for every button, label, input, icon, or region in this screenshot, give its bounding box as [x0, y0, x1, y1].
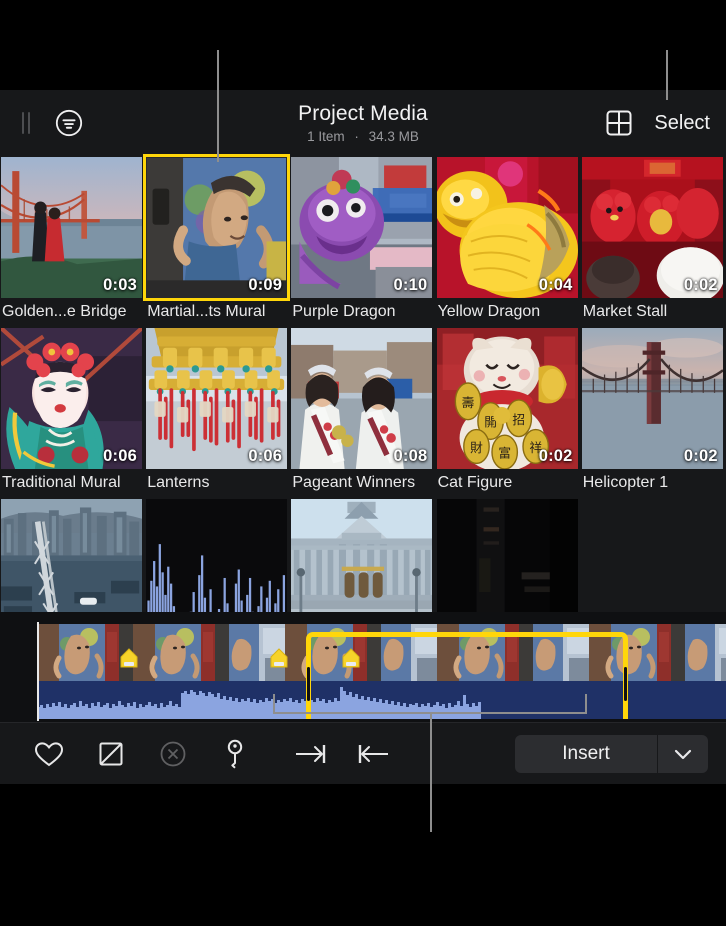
clear-rating-x-icon [142, 738, 204, 770]
duration-badge: 0:02 [684, 276, 718, 295]
heart-icon[interactable] [18, 738, 80, 770]
item-count: 1 Item [307, 129, 345, 144]
media-item[interactable]: 0:04 Yellow Dragon [436, 156, 581, 327]
media-item-label: Helicopter 1 [583, 473, 724, 493]
svg-text:招: 招 [512, 412, 525, 427]
thumbnail-wrap: 0:04 [437, 157, 578, 298]
panel-subtitle: 1 Item · 34.3 MB [307, 127, 419, 146]
duration-badge: 0:10 [394, 276, 428, 295]
chevron-down-icon[interactable] [658, 735, 708, 773]
duration-badge: 0:04 [539, 276, 573, 295]
insert-button-group: Insert [515, 735, 708, 773]
trim-handle-right[interactable] [624, 667, 627, 701]
duration-badge: 0:06 [103, 447, 137, 466]
filter-sort-icon[interactable] [54, 108, 84, 138]
callout-line-selected-clip [217, 50, 219, 162]
reject-slash-icon[interactable] [80, 738, 142, 770]
thumbnail-wrap: 0:02 [582, 328, 723, 469]
svg-text:富: 富 [498, 446, 511, 461]
thumbnail-wrap: 0:08 [291, 328, 432, 469]
thumbnail-wrap: 0:02 [582, 157, 723, 298]
media-item-selected[interactable]: 0:09 Martial...ts Mural [145, 156, 290, 327]
clip-timeline[interactable] [0, 612, 726, 722]
media-item-label: Pageant Winners [292, 473, 433, 493]
duration-badge: 0:09 [248, 276, 282, 295]
media-item[interactable]: 壽開招 財富祥 0:02 Cat Figure [436, 327, 581, 498]
grid-view-icon[interactable] [604, 108, 634, 138]
svg-text:財: 財 [470, 440, 483, 455]
thumbnail-wrap: 0:09 [146, 157, 287, 298]
media-grid: 0:03 Golden...e Bridge [0, 156, 726, 669]
media-item-label: Purple Dragon [292, 302, 433, 322]
panel-header: Project Media 1 Item · 34.3 MB Select [0, 90, 726, 156]
media-size: 34.3 MB [369, 129, 419, 144]
media-item-label: Yellow Dragon [438, 302, 579, 322]
duration-badge: 0:06 [248, 447, 282, 466]
header-left-controls [16, 108, 166, 138]
svg-text:壽: 壽 [461, 395, 474, 410]
playhead[interactable] [37, 622, 39, 721]
thumbnail-wrap: 壽開招 財富祥 0:02 [437, 328, 578, 469]
media-item[interactable]: 0:06 Lanterns [145, 327, 290, 498]
select-button[interactable]: Select [654, 112, 710, 135]
media-item[interactable]: 0:02 Market Stall [581, 156, 726, 327]
duration-badge: 0:02 [684, 447, 718, 466]
duration-badge: 0:08 [394, 447, 428, 466]
thumbnail-wrap: 0:10 [291, 157, 432, 298]
media-item-label: Martial...ts Mural [147, 302, 288, 322]
duration-badge: 0:03 [103, 276, 137, 295]
trim-to-playhead-right-icon[interactable] [280, 738, 342, 770]
screenshot-root: Project Media 1 Item · 34.3 MB Select [0, 0, 726, 926]
trim-to-playhead-left-icon[interactable] [342, 738, 404, 770]
media-item-label: Market Stall [583, 302, 724, 322]
insert-button[interactable]: Insert [515, 735, 657, 773]
media-item[interactable]: 0:02 Helicopter 1 [581, 327, 726, 498]
media-item-label: Cat Figure [438, 473, 579, 493]
duration-badge: 0:02 [539, 447, 573, 466]
media-item[interactable]: 0:10 Purple Dragon [290, 156, 435, 327]
media-item[interactable]: 0:06 Traditional Mural [0, 327, 145, 498]
header-right-controls: Select [604, 108, 710, 138]
media-item-label: Golden...e Bridge [2, 302, 143, 322]
thumbnail-wrap: 0:06 [1, 328, 142, 469]
trim-handle-left[interactable] [307, 667, 310, 701]
thumbnail-wrap: 0:03 [1, 157, 142, 298]
subtitle-separator: · [354, 129, 359, 144]
media-item-label: Traditional Mural [2, 473, 143, 493]
media-item[interactable]: 0:03 Golden...e Bridge [0, 156, 145, 327]
media-item-label: Lanterns [147, 473, 288, 493]
drag-handle-icon[interactable] [16, 110, 36, 136]
project-media-panel: Project Media 1 Item · 34.3 MB Select [0, 90, 726, 784]
timeline-track[interactable] [37, 624, 726, 719]
callout-line-select-button [666, 50, 668, 100]
keyword-key-icon[interactable] [204, 738, 266, 770]
action-toolbar: Insert [0, 722, 726, 784]
timeline-selection-range[interactable] [306, 632, 628, 719]
thumbnail-wrap: 0:06 [146, 328, 287, 469]
media-item[interactable]: 0:08 Pageant Winners [290, 327, 435, 498]
page-title: Project Media [298, 101, 428, 126]
